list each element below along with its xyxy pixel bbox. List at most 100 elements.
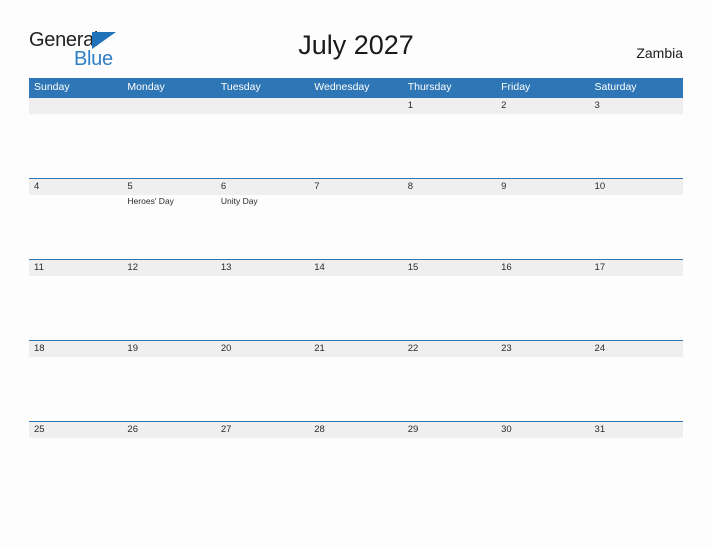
day-number — [309, 98, 402, 114]
day-cell[interactable] — [122, 276, 215, 340]
day-number[interactable]: 27 — [216, 422, 309, 438]
day-number[interactable]: 3 — [590, 98, 683, 114]
day-number[interactable]: 21 — [309, 341, 402, 357]
day-cell[interactable] — [403, 357, 496, 421]
day-cell[interactable] — [590, 195, 683, 259]
week-date-band: 18 19 20 21 22 23 24 — [29, 340, 683, 357]
day-number — [216, 98, 309, 114]
week-body-band — [29, 114, 683, 178]
day-cell[interactable] — [29, 195, 122, 259]
weekday-header-thursday: Thursday — [407, 81, 452, 93]
day-number[interactable]: 29 — [403, 422, 496, 438]
day-number — [29, 98, 122, 114]
page-header: General Blue July 2027 Zambia — [0, 0, 712, 76]
calendar-grid: Sunday Monday Tuesday Wednesday Thursday… — [29, 78, 683, 502]
day-number[interactable]: 24 — [590, 341, 683, 357]
day-cell[interactable] — [216, 357, 309, 421]
week-body-band — [29, 357, 683, 421]
day-cell[interactable] — [590, 276, 683, 340]
weekday-header-row: Sunday Monday Tuesday Wednesday Thursday… — [29, 78, 683, 97]
day-number[interactable]: 8 — [403, 179, 496, 195]
day-cell[interactable] — [496, 357, 589, 421]
calendar-week-row: 25 26 27 28 29 30 31 — [29, 421, 683, 502]
day-cell — [29, 114, 122, 178]
holiday-label: Unity Day — [220, 196, 258, 206]
country-label: Zambia — [636, 45, 683, 61]
day-number[interactable]: 22 — [403, 341, 496, 357]
week-date-band: 25 26 27 28 29 30 31 — [29, 421, 683, 438]
day-cell[interactable] — [29, 438, 122, 502]
day-cell[interactable] — [309, 357, 402, 421]
day-cell[interactable] — [403, 195, 496, 259]
calendar-weeks: 1 2 3 4 5 6 7 8 9 10 Heroes' Day Unity Day 11 12 13 14 1… — [29, 97, 683, 502]
weekday-header-saturday: Saturday — [594, 81, 637, 93]
day-number[interactable]: 19 — [122, 341, 215, 357]
day-number[interactable]: 17 — [590, 260, 683, 276]
day-cell[interactable] — [122, 438, 215, 502]
holiday-label: Heroes' Day — [127, 196, 174, 206]
day-number[interactable]: 5 — [122, 179, 215, 195]
calendar-week-row: 4 5 6 7 8 9 10 Heroes' Day Unity Day — [29, 178, 683, 259]
day-number[interactable]: 26 — [122, 422, 215, 438]
week-body-band — [29, 438, 683, 502]
page-title: July 2027 — [298, 30, 414, 60]
day-number[interactable]: 9 — [496, 179, 589, 195]
day-number[interactable]: 31 — [590, 422, 683, 438]
calendar-page: General Blue July 2027 Zambia Sunday Mon… — [0, 0, 712, 550]
day-number[interactable]: 6 — [216, 179, 309, 195]
weekday-header-wednesday: Wednesday — [314, 81, 370, 93]
day-number[interactable]: 20 — [216, 341, 309, 357]
weekday-header-tuesday: Tuesday — [220, 81, 261, 93]
day-number[interactable]: 12 — [122, 260, 215, 276]
day-number — [122, 98, 215, 114]
day-number[interactable]: 10 — [590, 179, 683, 195]
day-cell[interactable] — [309, 276, 402, 340]
day-number[interactable]: 4 — [29, 179, 122, 195]
day-cell — [216, 114, 309, 178]
day-cell[interactable] — [122, 357, 215, 421]
day-cell[interactable]: Unity Day — [216, 195, 309, 259]
day-cell[interactable] — [29, 276, 122, 340]
day-cell[interactable] — [496, 438, 589, 502]
day-cell[interactable] — [309, 438, 402, 502]
calendar-week-row: 11 12 13 14 15 16 17 — [29, 259, 683, 340]
day-number[interactable]: 7 — [309, 179, 402, 195]
day-cell[interactable] — [216, 276, 309, 340]
day-number[interactable]: 16 — [496, 260, 589, 276]
day-number[interactable]: 30 — [496, 422, 589, 438]
day-cell[interactable]: Heroes' Day — [122, 195, 215, 259]
week-date-band: 4 5 6 7 8 9 10 — [29, 178, 683, 195]
week-body-band: Heroes' Day Unity Day — [29, 195, 683, 259]
day-number[interactable]: 14 — [309, 260, 402, 276]
day-cell[interactable] — [403, 276, 496, 340]
day-cell[interactable] — [403, 438, 496, 502]
weekday-header-sunday: Sunday — [34, 81, 70, 93]
day-cell[interactable] — [403, 114, 496, 178]
day-cell[interactable] — [590, 438, 683, 502]
day-cell — [122, 114, 215, 178]
day-cell[interactable] — [590, 357, 683, 421]
day-cell[interactable] — [496, 276, 589, 340]
day-number[interactable]: 2 — [496, 98, 589, 114]
week-body-band — [29, 276, 683, 340]
day-number[interactable]: 15 — [403, 260, 496, 276]
day-cell[interactable] — [496, 114, 589, 178]
day-cell[interactable] — [590, 114, 683, 178]
day-number[interactable]: 23 — [496, 341, 589, 357]
day-number[interactable]: 18 — [29, 341, 122, 357]
week-date-band: 11 12 13 14 15 16 17 — [29, 259, 683, 276]
day-number[interactable]: 11 — [29, 260, 122, 276]
calendar-week-row: 123 — [29, 97, 683, 178]
day-cell — [309, 114, 402, 178]
day-number[interactable]: 25 — [29, 422, 122, 438]
day-number[interactable]: 13 — [216, 260, 309, 276]
calendar-week-row: 18 19 20 21 22 23 24 — [29, 340, 683, 421]
day-cell[interactable] — [29, 357, 122, 421]
day-number[interactable]: 1 — [403, 98, 496, 114]
day-cell[interactable] — [309, 195, 402, 259]
day-number[interactable]: 28 — [309, 422, 402, 438]
day-cell[interactable] — [216, 438, 309, 502]
weekday-header-monday: Monday — [127, 81, 165, 93]
day-cell[interactable] — [496, 195, 589, 259]
weekday-header-friday: Friday — [501, 81, 531, 93]
